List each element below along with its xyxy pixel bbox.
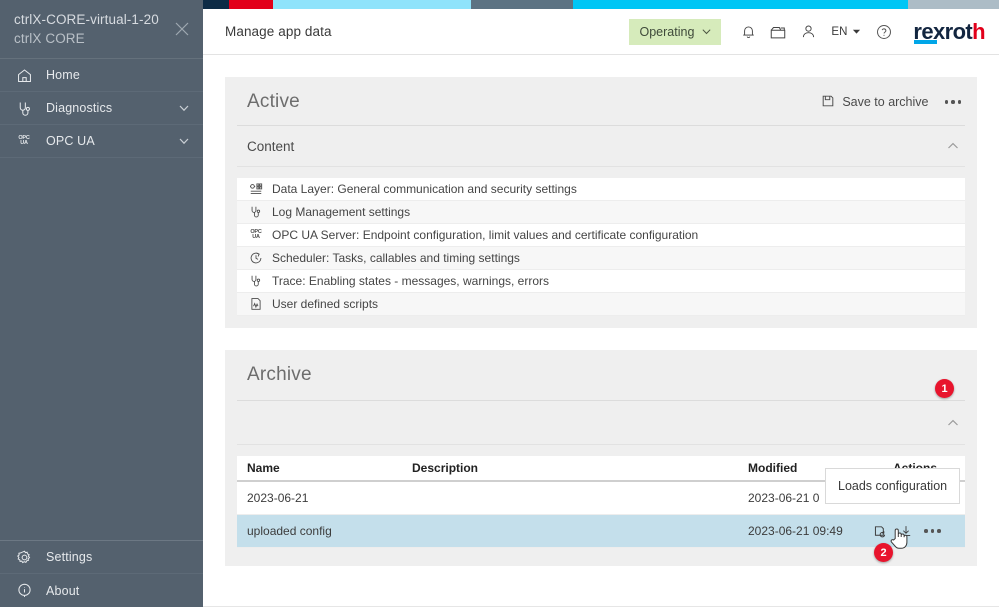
language-label: EN [831,26,847,38]
list-item-label: Log Management settings [272,205,410,219]
logo-accent-bar [914,40,937,44]
list-item[interactable]: Log Management settings [237,201,965,224]
sidebar-header: ctrlX-CORE-virtual-1-20 ctrlX CORE [0,0,203,59]
column-header-description: Description [412,461,748,475]
color-segment-red [229,0,273,9]
active-card: Active Save to archive [225,77,977,328]
content-section-header[interactable]: Content [237,126,965,167]
more-options-icon[interactable] [943,96,964,108]
archive-box-icon[interactable] [763,17,793,47]
active-card-actions: Save to archive [821,94,963,111]
pointing-hand-cursor [889,526,909,557]
save-to-archive-button[interactable]: Save to archive [821,94,928,111]
rexroth-logo[interactable]: rexroth [913,21,985,43]
table-row[interactable]: uploaded config 2023-06-21 09:49 [237,515,965,548]
chevron-up-icon[interactable] [945,415,961,431]
cell-name: uploaded config [247,524,412,538]
device-type: ctrlX CORE [14,29,189,48]
color-segment-greyblue [908,0,999,9]
list-item[interactable]: OPCUA OPC UA Server: Endpoint configurat… [237,224,965,247]
chevron-down-icon[interactable] [177,134,191,148]
opcua-icon: OPCUA [248,227,264,243]
more-options-icon[interactable] [924,529,941,533]
sidebar-item-label: OPC UA [46,134,177,148]
info-icon [14,581,34,601]
user-icon[interactable] [793,17,823,47]
list-item[interactable]: User defined scripts [237,293,965,316]
app-root: ctrlX-CORE-virtual-1-20 ctrlX CORE Home [0,0,999,607]
chevron-up-icon[interactable] [945,138,961,154]
main-area: Manage app data Operating [203,0,999,607]
sidebar-item-settings[interactable]: Settings [0,541,203,574]
color-segment-navy [203,0,229,9]
list-item[interactable]: Data Layer: General communication and se… [237,178,965,201]
gear-icon [14,547,34,567]
archive-card-title: Archive [247,364,312,386]
log-management-icon [248,204,264,220]
sidebar-item-diagnostics[interactable]: Diagnostics [0,92,203,125]
brand-color-bar [203,0,999,9]
archive-section-header[interactable] [237,401,965,445]
list-item-label: Data Layer: General communication and se… [272,182,577,196]
sidebar: ctrlX-CORE-virtual-1-20 ctrlX CORE Home [0,0,203,607]
sidebar-item-about[interactable]: About [0,574,203,607]
page-content: Active Save to archive [203,55,999,607]
content-list: Data Layer: General communication and se… [237,178,965,316]
color-segment-lightblue [273,0,471,9]
tooltip-loads-configuration: Loads configuration [825,468,960,504]
page-title: Manage app data [225,24,332,39]
chevron-down-icon [701,26,712,37]
column-header-name: Name [247,461,412,475]
chevron-down-icon[interactable] [177,101,191,115]
bell-icon[interactable] [733,17,763,47]
trace-icon [248,273,264,289]
diagnostics-icon [14,98,34,118]
sidebar-footer: Settings About [0,540,203,607]
caret-down-icon [852,27,861,36]
color-segment-slate [471,0,573,9]
language-select[interactable]: EN [823,17,869,47]
list-item[interactable]: Trace: Enabling states - messages, warni… [237,270,965,293]
status-badge-label: Operating [640,25,695,39]
logo-text-red: h [972,19,985,44]
list-item-label: User defined scripts [272,297,378,311]
content-section-title: Content [247,139,294,154]
script-file-icon [248,296,264,312]
list-item[interactable]: Scheduler: Tasks, callables and timing s… [237,247,965,270]
app-header: Manage app data Operating [203,9,999,55]
list-item-label: Scheduler: Tasks, callables and timing s… [272,251,520,265]
active-card-title: Active [247,91,300,113]
list-item-label: Trace: Enabling states - messages, warni… [272,274,549,288]
sidebar-item-home[interactable]: Home [0,59,203,92]
sidebar-item-label: Home [46,68,191,82]
sidebar-item-label: Diagnostics [46,101,177,115]
cell-modified: 2023-06-21 09:49 [748,524,873,538]
cell-actions [873,524,951,539]
save-to-archive-label: Save to archive [842,95,928,109]
step-badge-1: 1 [935,379,954,398]
list-item-label: OPC UA Server: Endpoint configuration, l… [272,228,698,242]
help-circle-icon[interactable] [869,17,899,47]
sidebar-item-label: About [46,584,191,598]
home-icon [14,65,34,85]
archive-card: Archive Name Description Modified Action… [225,350,977,566]
header-actions: Operating [629,17,986,47]
sidebar-item-label: Settings [46,550,191,564]
device-name: ctrlX-CORE-virtual-1-20 [14,10,189,29]
load-configuration-icon[interactable] [873,524,888,539]
close-icon[interactable] [173,20,191,38]
cell-name: 2023-06-21 [247,491,412,505]
sidebar-spacer [0,158,203,540]
status-badge[interactable]: Operating [629,19,722,45]
color-segment-cyan [573,0,908,9]
opcua-icon: OPCUA [14,131,34,151]
archive-card-header: Archive [237,350,965,401]
data-layer-icon [248,181,264,197]
save-icon [821,94,835,111]
scheduler-clock-icon [248,250,264,266]
sidebar-item-opcua[interactable]: OPCUA OPC UA [0,125,203,158]
active-card-header: Active Save to archive [237,77,965,126]
